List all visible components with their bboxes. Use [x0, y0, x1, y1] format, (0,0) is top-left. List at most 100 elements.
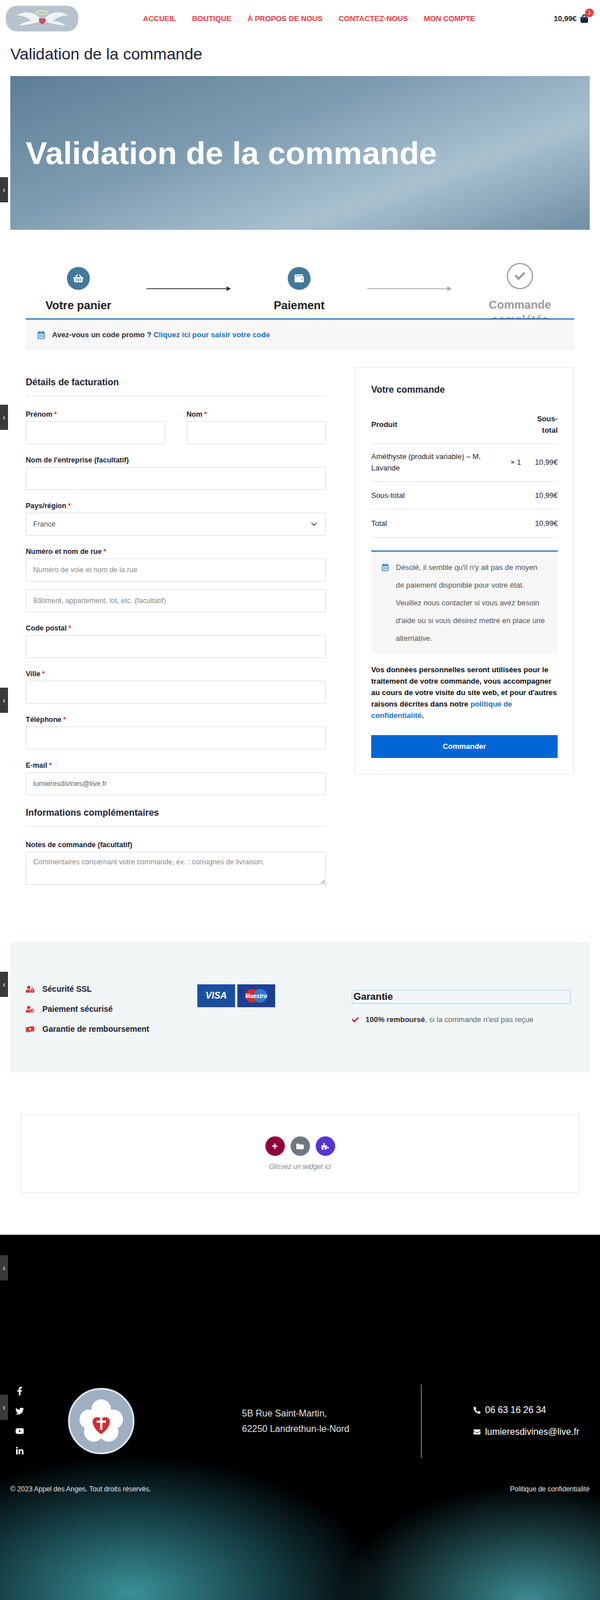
form-field: Code postal*	[25, 624, 327, 659]
check-icon	[351, 1016, 359, 1024]
folder-icon[interactable]	[290, 1137, 311, 1157]
social-links	[10, 1387, 69, 1457]
angel-wings-icon	[10, 7, 74, 31]
footer-logo	[68, 1388, 135, 1456]
page-title: Validation de la commande	[10, 37, 590, 65]
youtube-icon[interactable]	[15, 1427, 25, 1437]
footer-phone[interactable]: 06 63 16 26 34	[473, 1404, 580, 1418]
text-input[interactable]	[25, 681, 327, 705]
phone-icon	[473, 1407, 481, 1415]
order-item-row: Améthyste (produit variable) – M, Lavand…	[371, 443, 558, 483]
order-review-card: Votre commandeProduitSous-totalAméthyste…	[354, 367, 575, 776]
side-toggle[interactable]: ‹	[0, 1395, 9, 1421]
side-toggle[interactable]: ‹	[0, 404, 9, 431]
widget-hint: Glissez un widget ici	[268, 1162, 332, 1173]
trust-item: Paiement sécurisé	[25, 1003, 198, 1016]
footer-contact: 06 63 16 26 34 lumieresdivines@live.fr	[473, 1404, 580, 1440]
privacy-text: Vos données personnelles seront utilisée…	[371, 664, 558, 722]
text-input[interactable]	[25, 635, 327, 659]
text-input[interactable]	[25, 772, 327, 796]
billing-title: Détails de facturation	[25, 367, 327, 397]
subtotal-row: Sous-total10,99€	[371, 482, 558, 510]
main-content: Validation de la commande Validation de l…	[10, 37, 590, 1195]
site-footer: 5B Rue Saint-Martin,62250 Landrethun-le-…	[0, 1235, 600, 1600]
field-label: Code postal*	[25, 624, 327, 634]
site-header: ACCUEIL BOUTIQUE À PROPOS DE NOUS CONTACTEZ…	[0, 0, 600, 38]
site-logo[interactable]	[5, 5, 79, 32]
footer-address: 5B Rue Saint-Martin,62250 Landrethun-le-…	[241, 1406, 421, 1438]
form-field: Ville*	[25, 669, 327, 705]
place-order-button[interactable]: Commander	[371, 735, 558, 759]
coupon-link[interactable]: Cliquez ici pour saisir votre code	[153, 330, 270, 340]
privacy-link[interactable]: politique de confidentialité	[371, 700, 512, 721]
step-arrow-icon	[367, 285, 452, 292]
trust-list: Sécurité SSLPaiement sécuriséGarantie de…	[25, 983, 198, 1036]
nav-item[interactable]: CONTACTEZ-NOUS	[338, 13, 408, 25]
required-mark: *	[204, 410, 208, 419]
cart-total: 10,99€	[553, 13, 577, 25]
cart[interactable]: 10,99€1	[553, 13, 589, 25]
envelope-icon	[473, 1429, 481, 1437]
text-input[interactable]	[25, 421, 166, 445]
country-select[interactable]: France	[25, 513, 327, 536]
coupon-notice: Avez-vous un code promo ? Cliquez ici po…	[25, 318, 575, 351]
side-toggle[interactable]: ‹	[0, 177, 9, 203]
text-input[interactable]	[25, 726, 327, 750]
side-toggle[interactable]: ‹	[0, 972, 9, 998]
footer-bottom: © 2023 Appel des Anges. Tout droits rése…	[10, 1484, 590, 1496]
step-arrow-icon	[146, 285, 232, 292]
required-mark: *	[63, 716, 67, 725]
form-field: Pays/région*France	[25, 501, 327, 536]
text-input[interactable]	[25, 589, 327, 613]
footer-email[interactable]: lumieresdivines@live.fr	[473, 1425, 580, 1440]
text-input[interactable]	[25, 558, 327, 582]
payment-cards: VISAMaestro	[197, 983, 352, 1008]
form-field: Nom de l'entreprise (facultatif)	[25, 455, 327, 491]
notice-icon	[381, 563, 389, 572]
field-label: Ville*	[25, 669, 327, 679]
linkedin-icon[interactable]	[15, 1447, 25, 1457]
form-field: Téléphone*	[25, 715, 327, 750]
add-widget-button[interactable]: +	[265, 1137, 285, 1157]
nav-item[interactable]: ACCUEIL	[142, 13, 177, 25]
trust-item: Garantie de remboursement	[25, 1023, 198, 1036]
field-label: E-mail*	[25, 761, 327, 771]
guarantee-text: 100% remboursé, si la commande n'est pas…	[351, 1014, 571, 1027]
checkout-step: Paiement	[231, 263, 368, 313]
required-mark: *	[54, 410, 58, 419]
rose-heart-cross-icon	[75, 1396, 127, 1448]
form-row: Nom de l'entreprise (facultatif)	[25, 455, 327, 491]
hero-banner: Validation de la commande	[10, 76, 590, 230]
notes-textarea[interactable]	[25, 852, 327, 886]
required-mark: *	[41, 670, 45, 679]
side-toggle[interactable]: ‹	[0, 1256, 9, 1282]
facebook-icon[interactable]	[15, 1387, 25, 1397]
text-input[interactable]	[186, 421, 327, 445]
side-toggle[interactable]: ‹	[0, 688, 9, 714]
checkout-step: Votre panier	[10, 263, 147, 313]
footer-privacy-link[interactable]: Politique de confidentialité	[510, 1484, 590, 1496]
nav-item[interactable]: MON COMPTE	[423, 13, 476, 25]
form-row: Pays/région*France	[25, 501, 327, 536]
twitter-icon[interactable]	[15, 1407, 25, 1417]
money-bill-icon	[25, 1025, 35, 1035]
user-lock-icon	[25, 985, 35, 995]
step-check-icon	[506, 263, 534, 290]
maestro-card: Maestro	[237, 984, 276, 1008]
field-label: Téléphone*	[25, 715, 327, 725]
nav-item[interactable]: BOUTIQUE	[192, 13, 232, 25]
required-mark: *	[49, 761, 53, 770]
footer-divider	[420, 1385, 422, 1459]
chevron-down-icon	[309, 519, 319, 530]
template-icon[interactable]	[315, 1137, 336, 1157]
text-input[interactable]	[25, 467, 327, 491]
total-row: Total10,99€	[371, 509, 558, 539]
billing-column: Détails de facturationPrénom*Nom*Nom de …	[25, 367, 327, 886]
form-field: Numéro et nom de rue*	[25, 547, 327, 613]
form-row: E-mail*	[25, 761, 327, 796]
nav-item[interactable]: À PROPOS DE NOUS	[247, 13, 323, 25]
widget-drop-area[interactable]: + Glissez un widget ici	[20, 1115, 580, 1195]
step-label: Votre panier	[45, 297, 111, 313]
main-nav: ACCUEIL BOUTIQUE À PROPOS DE NOUS CONTACTEZ…	[142, 13, 476, 25]
guarantee: Garantie100% remboursé, si la commande n…	[351, 983, 571, 1027]
